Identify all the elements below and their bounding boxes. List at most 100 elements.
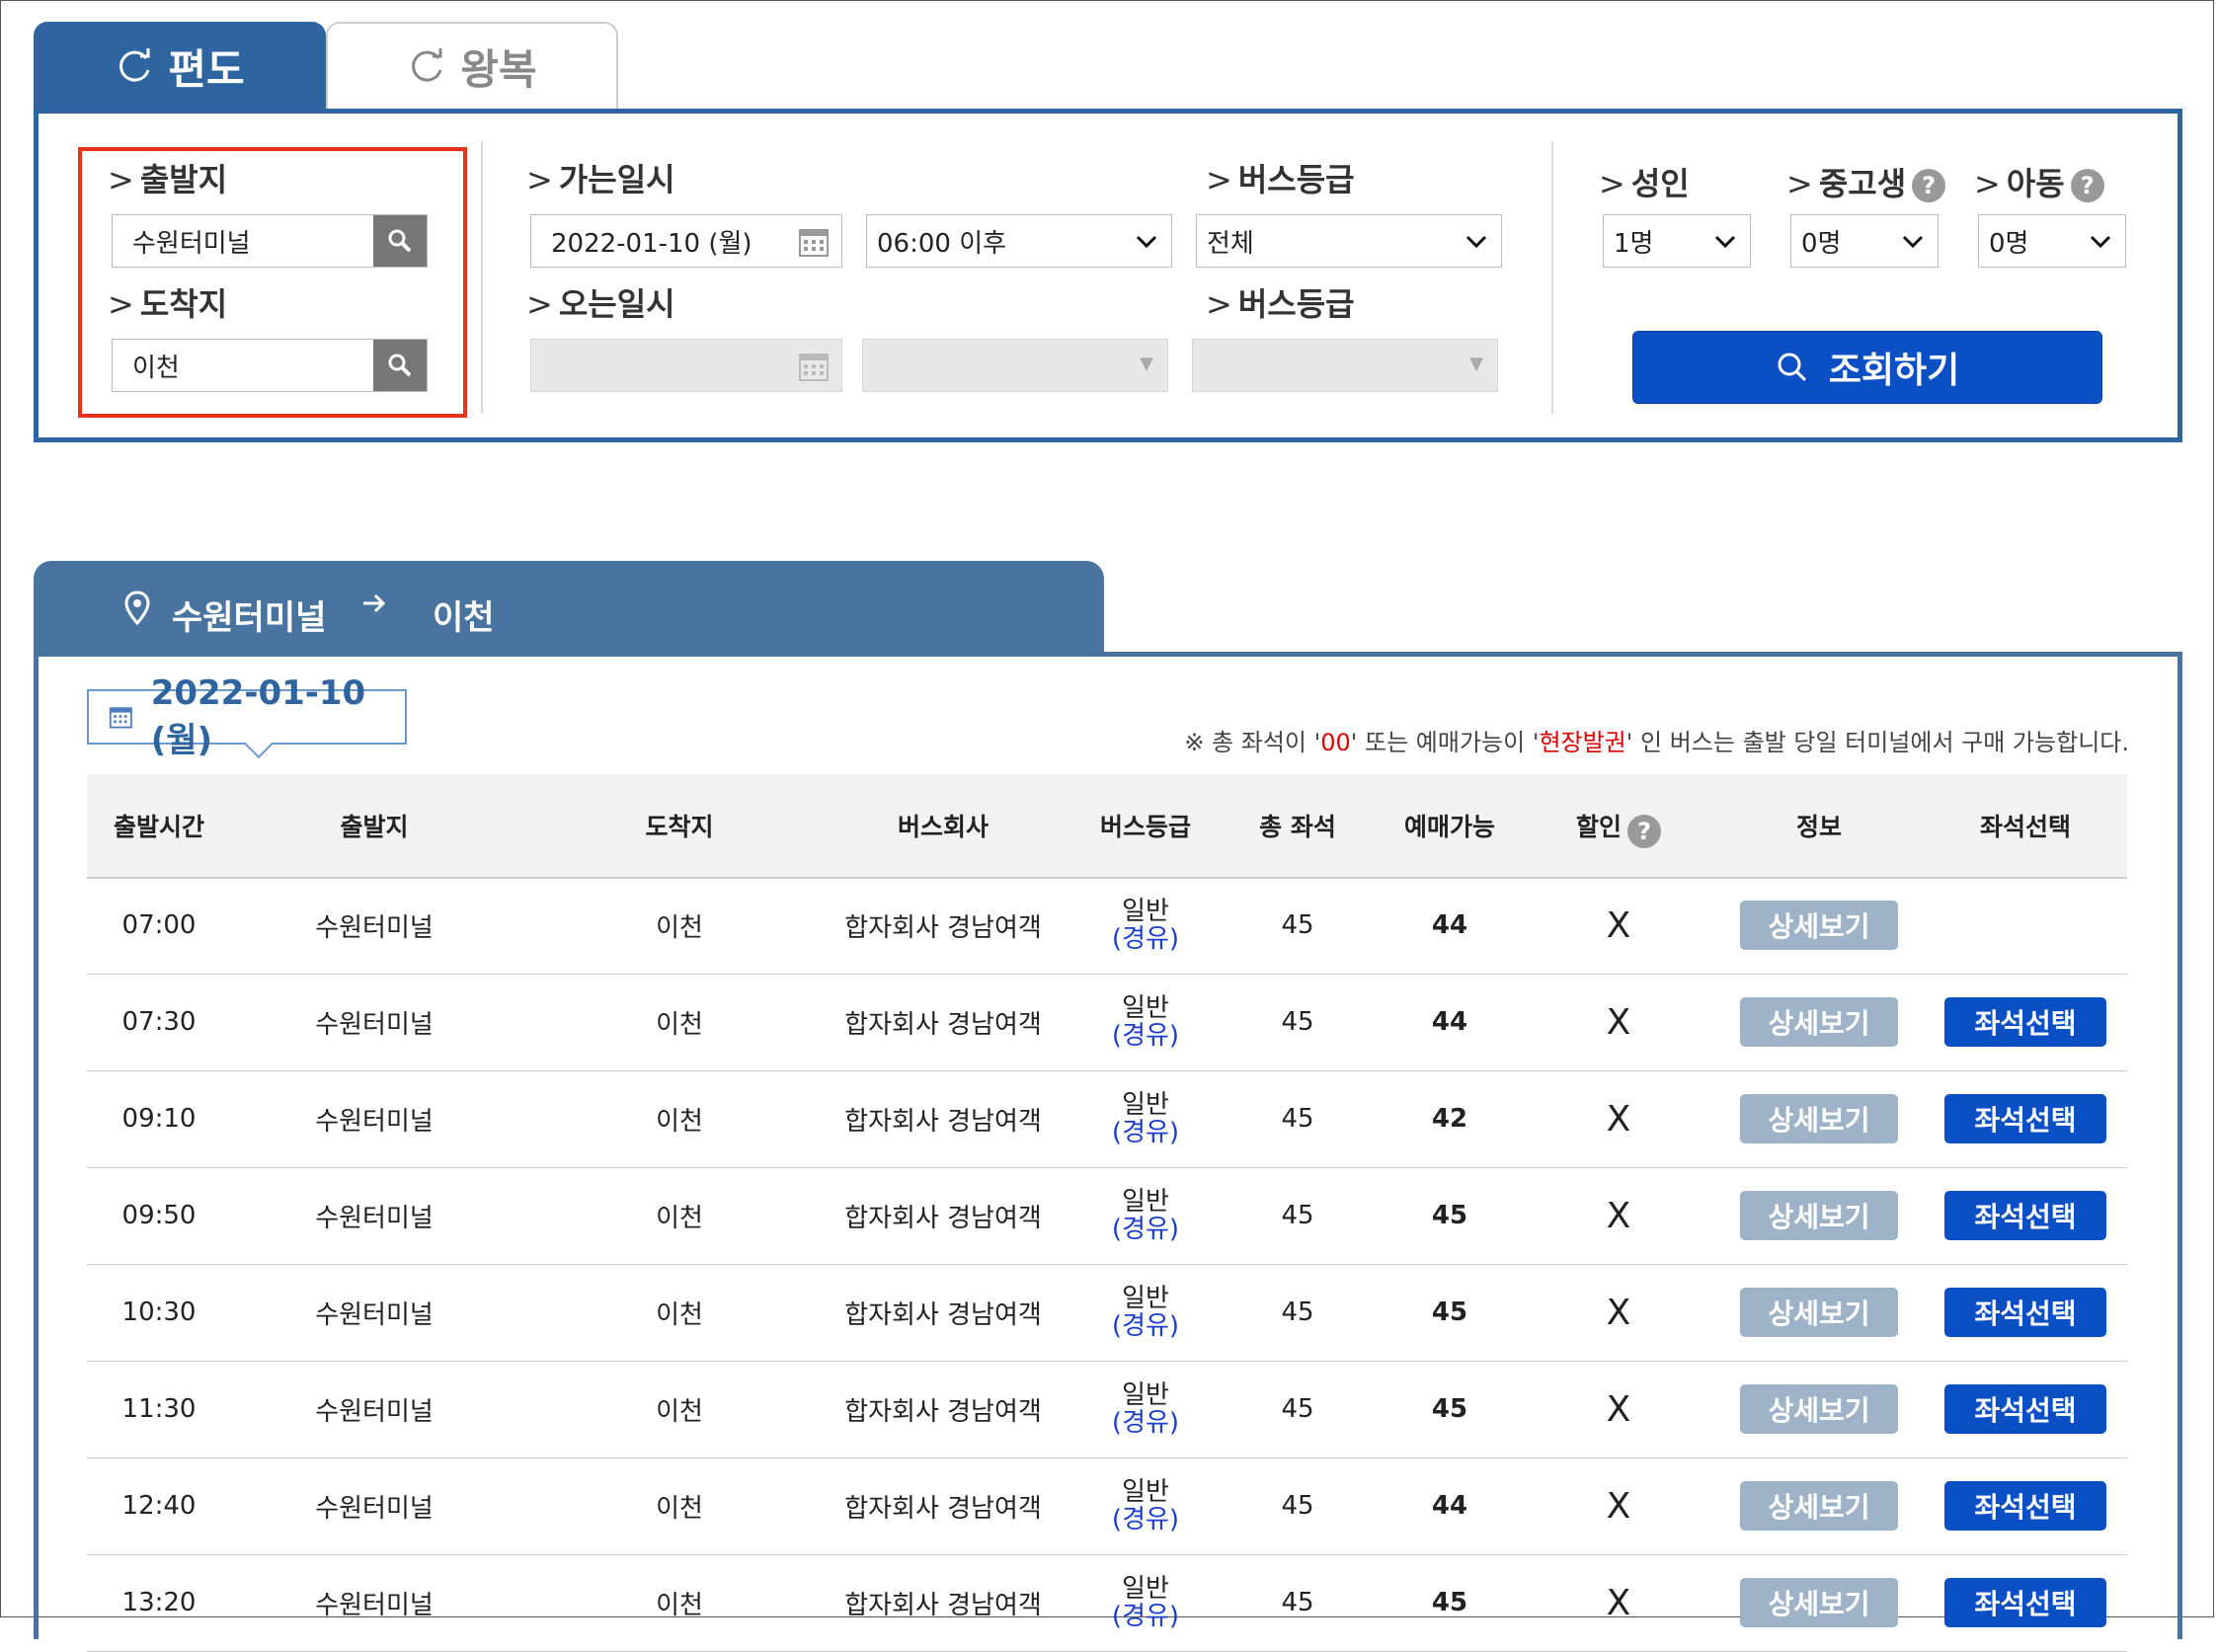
table-row: 10:30 수원터미널 이천 합자회사 경남여객 일반 (경유) 45 45 X 상세보기 좌석선택 bbox=[87, 1264, 2127, 1362]
notice-text: ※ 총 좌석이 '00' 또는 예매가능이 '현장발권' 인 버스는 출발 당일… bbox=[1184, 729, 2129, 756]
child-select[interactable]: 0명 bbox=[1978, 214, 2126, 268]
cell-to: 이천 bbox=[656, 1299, 703, 1330]
cell-company: 합자회사 경남여객 bbox=[844, 1590, 1042, 1620]
seat-select-button[interactable]: 좌석선택 bbox=[1944, 1288, 2106, 1337]
cell-available: 45 bbox=[1431, 1588, 1468, 1617]
cell-available: 44 bbox=[1431, 910, 1468, 940]
detail-button[interactable]: 상세보기 bbox=[1740, 1094, 1898, 1143]
search-button[interactable]: 조회하기 bbox=[1632, 331, 2102, 404]
cell-company: 합자회사 경남여객 bbox=[844, 1009, 1042, 1040]
grade-label: 일반 bbox=[1122, 993, 1169, 1023]
return-bus-grade-label: > 버스등급 bbox=[1206, 285, 1355, 323]
arrival-search-button[interactable] bbox=[373, 340, 427, 391]
header-seat: 좌석선택 bbox=[1979, 813, 2071, 841]
cell-to: 이천 bbox=[656, 1106, 703, 1137]
cell-total: 45 bbox=[1281, 1007, 1314, 1037]
cell-discount: X bbox=[1606, 1195, 1631, 1236]
calendar-icon[interactable] bbox=[798, 226, 830, 258]
calendar-icon bbox=[109, 707, 132, 729]
cell-discount: X bbox=[1606, 1292, 1631, 1333]
cell-time: 07:30 bbox=[121, 1007, 197, 1037]
cell-time: 12:40 bbox=[121, 1491, 197, 1521]
via-label: (경유) bbox=[1111, 1021, 1180, 1051]
cell-to: 이천 bbox=[656, 1493, 703, 1524]
search-panel: > 출발지 수원터미널 > 도착지 이천 > 가는일시 2022-01-10 (월) … bbox=[34, 109, 2182, 442]
help-icon[interactable]: ? bbox=[1912, 169, 1946, 202]
student-select[interactable]: 0명 bbox=[1790, 214, 1939, 268]
cell-from: 수원터미널 bbox=[315, 912, 434, 943]
cell-total: 45 bbox=[1281, 1588, 1314, 1617]
detail-button[interactable]: 상세보기 bbox=[1740, 997, 1898, 1047]
cell-available: 45 bbox=[1431, 1298, 1468, 1327]
via-label: (경유) bbox=[1111, 1505, 1180, 1534]
chevron-down-icon bbox=[1714, 235, 1736, 249]
detail-button[interactable]: 상세보기 bbox=[1740, 901, 1898, 950]
cell-discount: X bbox=[1606, 1485, 1631, 1527]
bus-grade-select[interactable]: 전체 bbox=[1196, 214, 1502, 268]
chevron-down-icon bbox=[1902, 235, 1924, 249]
table-row: 07:30 수원터미널 이천 합자회사 경남여객 일반 (경유) 45 44 X 상세보기 좌석선택 bbox=[87, 974, 2127, 1071]
detail-button[interactable]: 상세보기 bbox=[1740, 1384, 1898, 1434]
cell-grade: 일반 (경유) bbox=[1086, 1070, 1205, 1167]
return-time-select[interactable]: ▼ bbox=[862, 339, 1168, 392]
grade-label: 일반 bbox=[1122, 1477, 1169, 1507]
cell-from: 수원터미널 bbox=[315, 1299, 434, 1330]
departure-search-button[interactable] bbox=[373, 215, 427, 267]
date-badge: 2022-01-10 (월) bbox=[87, 673, 407, 760]
cell-total: 45 bbox=[1281, 1491, 1314, 1521]
return-bus-grade-select[interactable]: ▼ bbox=[1192, 339, 1498, 392]
cell-grade: 일반 (경유) bbox=[1086, 974, 1205, 1070]
cell-discount: X bbox=[1606, 1388, 1631, 1430]
cell-discount: X bbox=[1606, 1001, 1631, 1043]
table-row: 07:00 수원터미널 이천 합자회사 경남여객 일반 (경유) 45 44 X 상세보기 bbox=[87, 877, 2127, 975]
cell-grade: 일반 (경유) bbox=[1086, 1167, 1205, 1264]
cell-total: 45 bbox=[1281, 1201, 1314, 1230]
seat-select-button[interactable]: 좌석선택 bbox=[1944, 1578, 2106, 1627]
dropdown-arrow-icon: ▼ bbox=[1469, 354, 1483, 374]
adult-select[interactable]: 1명 bbox=[1603, 214, 1751, 268]
tab-roundtrip[interactable]: 왕복 bbox=[326, 22, 618, 109]
tab-roundtrip-label: 왕복 bbox=[460, 44, 537, 94]
detail-button[interactable]: 상세보기 bbox=[1740, 1578, 1898, 1627]
go-time-select[interactable]: 06:00 이후 bbox=[866, 214, 1172, 268]
bus-grade-label: > 버스등급 bbox=[1206, 161, 1355, 198]
return-date-input[interactable] bbox=[530, 339, 842, 392]
header-grade: 버스등급 bbox=[1099, 813, 1191, 841]
departure-input[interactable]: 수원터미널 bbox=[112, 214, 428, 268]
cell-grade: 일반 (경유) bbox=[1086, 1554, 1205, 1651]
arrival-input[interactable]: 이천 bbox=[112, 339, 428, 392]
cell-to: 이천 bbox=[656, 1590, 703, 1620]
cell-seat: 좌석선택 bbox=[1943, 1554, 2107, 1651]
detail-button[interactable]: 상세보기 bbox=[1740, 1288, 1898, 1337]
grade-label: 일반 bbox=[1122, 1090, 1169, 1120]
adult-label: > 성인 bbox=[1599, 165, 1690, 202]
header-total: 총 좌석 bbox=[1259, 813, 1336, 841]
location-pin-icon bbox=[124, 590, 150, 626]
seat-select-button[interactable]: 좌석선택 bbox=[1944, 997, 2106, 1047]
tab-oneway-label: 편도 bbox=[168, 44, 245, 94]
detail-button[interactable]: 상세보기 bbox=[1740, 1481, 1898, 1531]
seat-select-button[interactable]: 좌석선택 bbox=[1944, 1384, 2106, 1434]
detail-button[interactable]: 상세보기 bbox=[1740, 1191, 1898, 1240]
cell-to: 이천 bbox=[656, 912, 703, 943]
route-from: 수원터미널 bbox=[172, 598, 327, 638]
cell-from: 수원터미널 bbox=[315, 1203, 434, 1233]
table-header: 출발시간 출발지 도착지 버스회사 버스등급 총 좌석 예매가능 할인? 정보 … bbox=[87, 774, 2127, 879]
help-icon[interactable]: ? bbox=[1627, 815, 1661, 848]
help-icon[interactable]: ? bbox=[2070, 169, 2104, 202]
cell-total: 45 bbox=[1281, 1104, 1314, 1134]
divider bbox=[1551, 141, 1553, 414]
cell-available: 44 bbox=[1431, 1491, 1468, 1521]
cell-from: 수원터미널 bbox=[315, 1009, 434, 1040]
seat-select-button[interactable]: 좌석선택 bbox=[1944, 1191, 2106, 1240]
cell-time: 09:10 bbox=[121, 1104, 197, 1134]
cell-seat: 좌석선택 bbox=[1943, 1457, 2107, 1554]
cell-time: 13:20 bbox=[121, 1588, 197, 1617]
seat-select-button[interactable]: 좌석선택 bbox=[1944, 1481, 2106, 1531]
chevron-down-icon bbox=[2090, 235, 2111, 249]
seat-select-button[interactable]: 좌석선택 bbox=[1944, 1094, 2106, 1143]
tab-oneway[interactable]: 편도 bbox=[34, 22, 326, 111]
go-date-input[interactable]: 2022-01-10 (월) bbox=[530, 214, 842, 268]
cell-info: 상세보기 bbox=[1740, 1554, 1898, 1651]
divider bbox=[481, 141, 483, 414]
